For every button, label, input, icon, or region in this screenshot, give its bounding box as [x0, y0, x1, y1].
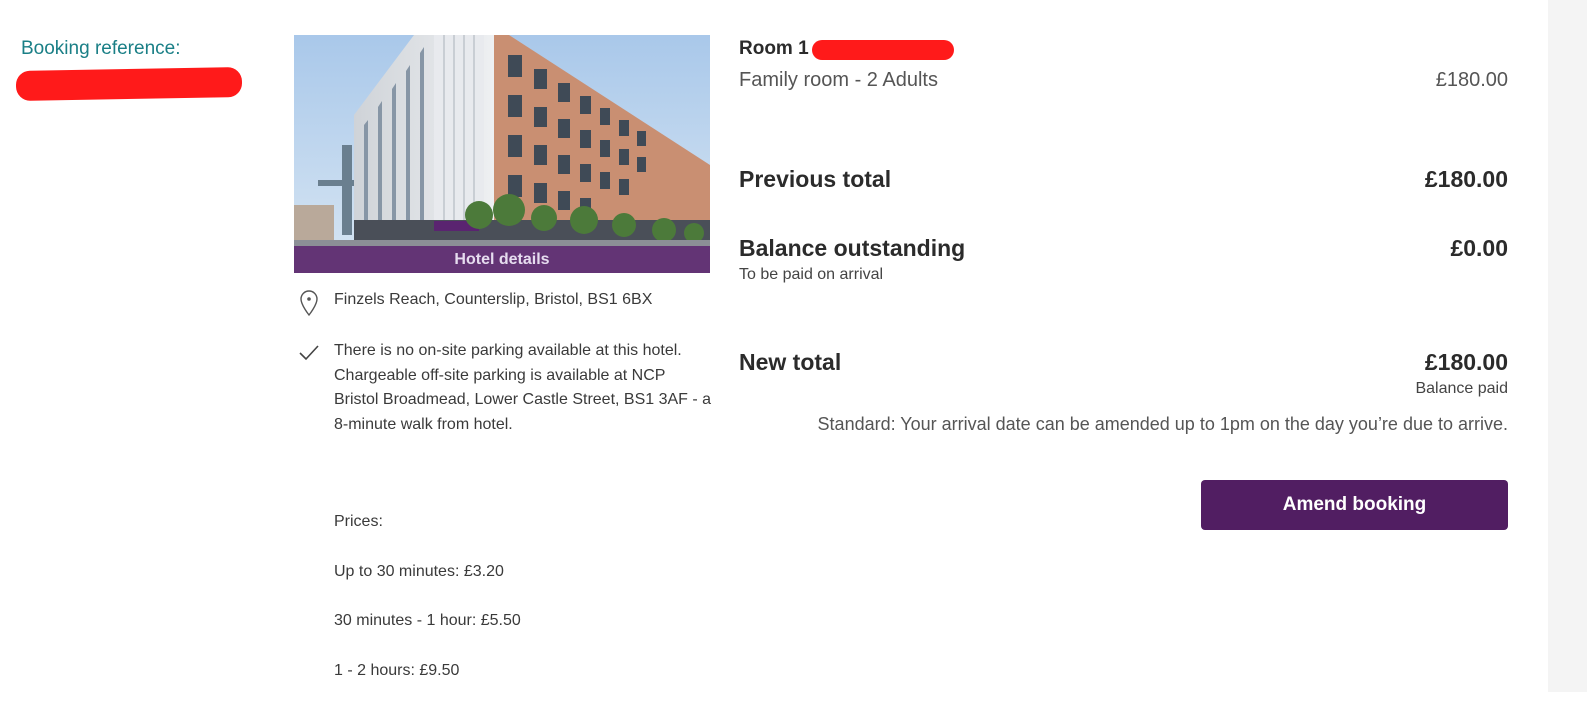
checkmark-icon	[298, 343, 320, 363]
booking-reference-redaction	[16, 67, 242, 101]
scrollbar-track[interactable]	[1548, 0, 1587, 692]
room-title: Room 1	[739, 38, 809, 60]
previous-total-value: £180.00	[1425, 166, 1508, 193]
amend-booking-button[interactable]: Amend booking	[1201, 480, 1508, 530]
hotel-photo	[294, 35, 710, 273]
amendment-policy: Standard: Your arrival date can be amend…	[818, 414, 1508, 435]
new-total-value: £180.00	[1425, 349, 1508, 376]
new-total-label: New total	[739, 349, 841, 376]
price-item: 30 minutes - 1 hour: £5.50	[334, 611, 521, 661]
prices-label: Prices:	[334, 512, 521, 562]
booking-reference-label: Booking reference:	[21, 38, 181, 60]
hotel-image[interactable]: Hotel details	[294, 35, 710, 273]
room-price: £180.00	[1436, 69, 1508, 92]
hotel-address: Finzels Reach, Counterslip, Bristol, BS1…	[298, 289, 718, 317]
parking-prices: Prices: Up to 30 minutes: £3.20 30 minut…	[334, 512, 521, 710]
hotel-details-link[interactable]: Hotel details	[294, 246, 710, 273]
hotel-address-text: Finzels Reach, Counterslip, Bristol, BS1…	[334, 291, 652, 309]
balance-outstanding-label: Balance outstanding	[739, 235, 965, 262]
price-item: 1 - 2 hours: £9.50	[334, 661, 521, 710]
parking-note: There is no on-site parking available at…	[334, 339, 714, 437]
room-type: Family room - 2 Adults	[739, 69, 938, 92]
price-item: Up to 30 minutes: £3.20	[334, 562, 521, 612]
new-total-note: Balance paid	[1415, 380, 1508, 398]
balance-note: To be paid on arrival	[739, 266, 883, 284]
location-pin-icon	[298, 289, 320, 317]
balance-outstanding-value: £0.00	[1450, 235, 1508, 262]
room-redaction	[812, 40, 954, 60]
previous-total-label: Previous total	[739, 166, 891, 193]
